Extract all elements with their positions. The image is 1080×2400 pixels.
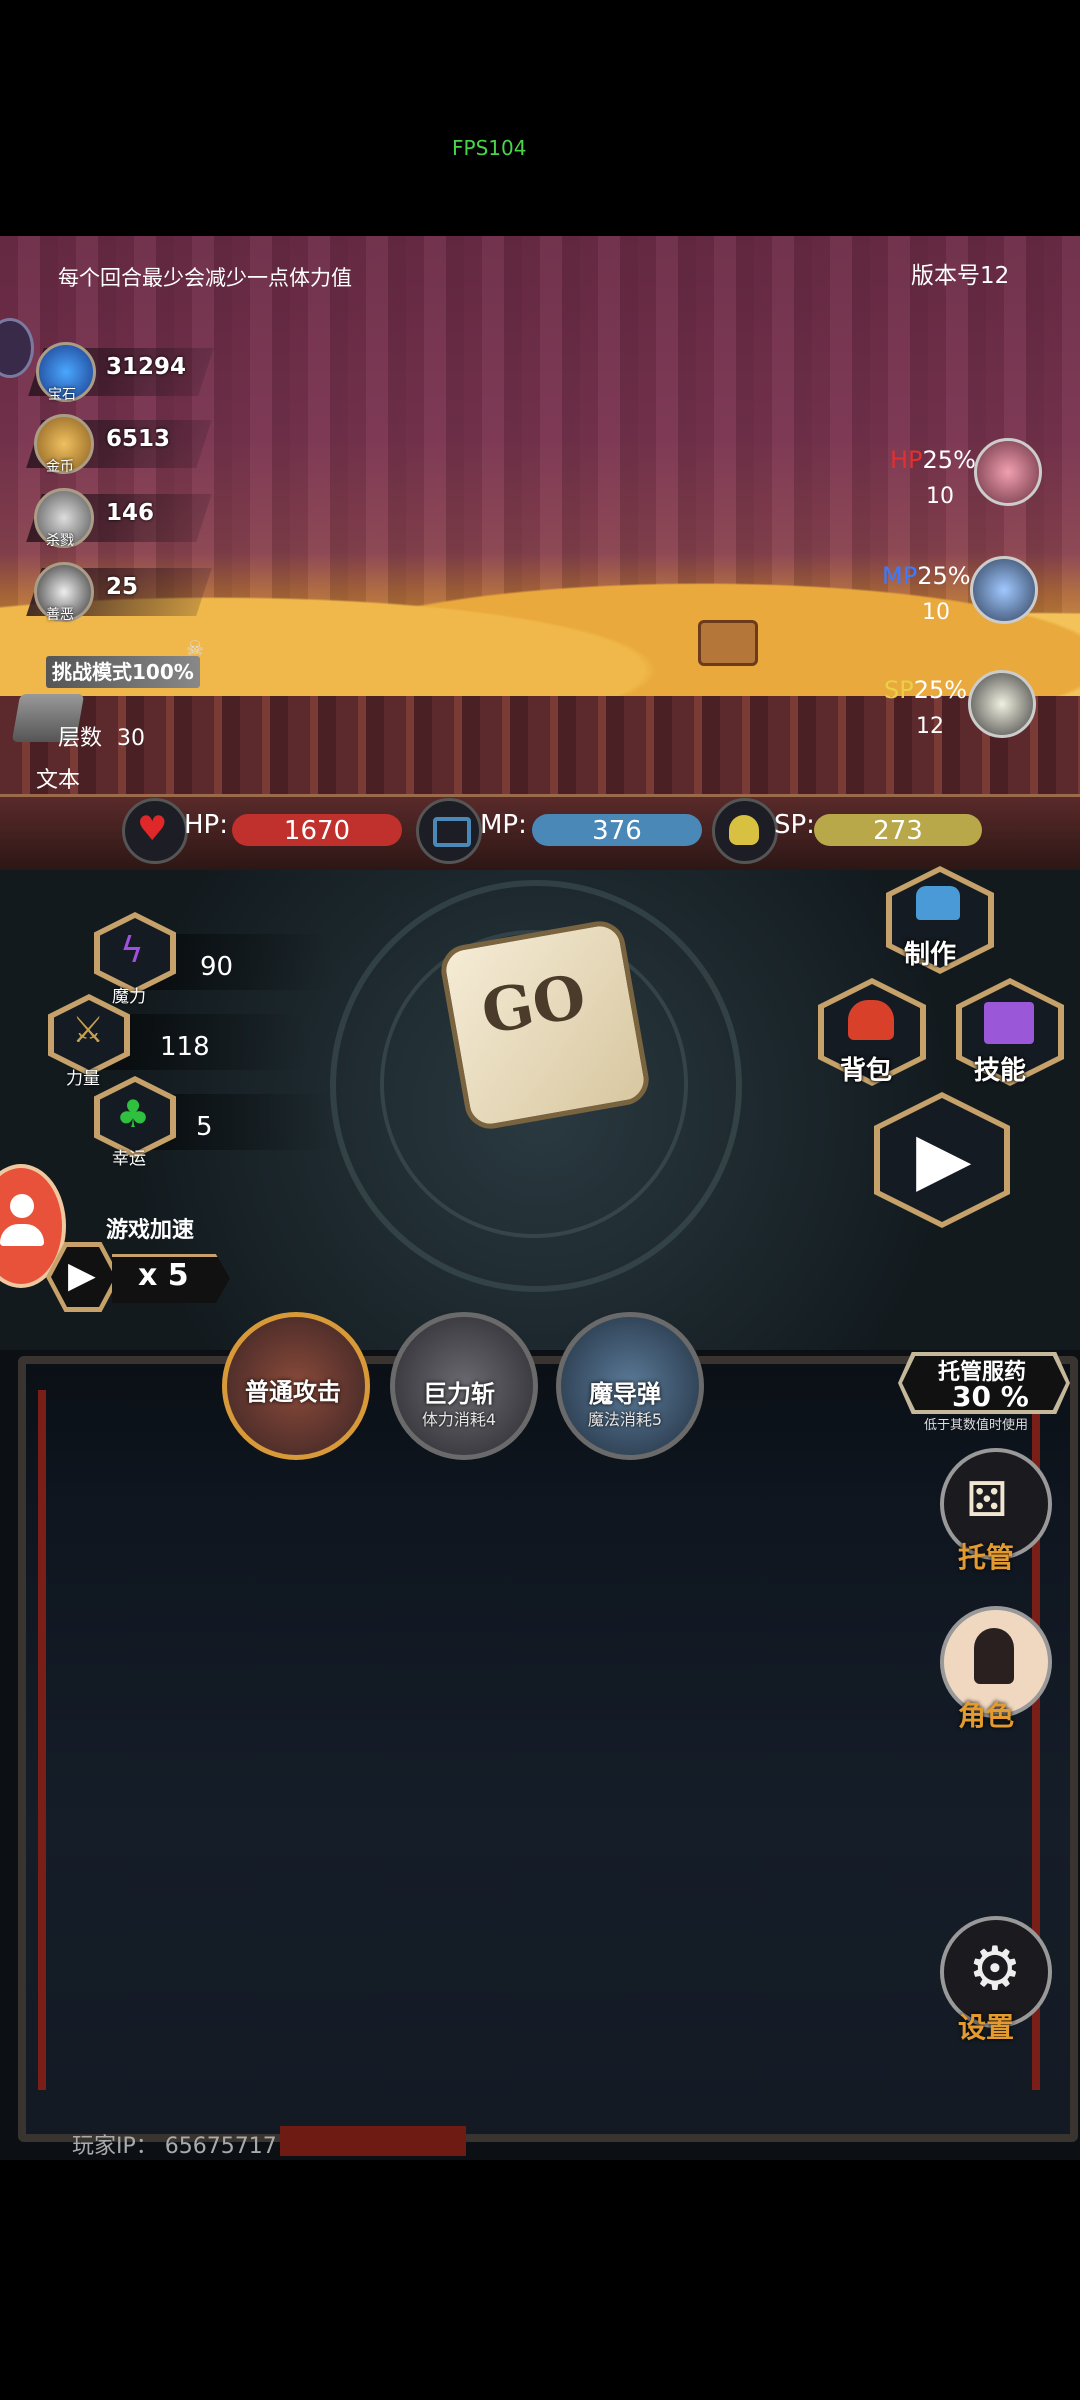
magic-label: 魔力	[112, 987, 146, 1007]
dice-icon: ⚄	[966, 1472, 1008, 1528]
resource-row-gem: 宝石 31294	[28, 342, 216, 403]
mp-icon	[416, 798, 482, 864]
lightning-icon: ϟ	[120, 930, 144, 971]
resource-label: 善恶	[46, 607, 74, 623]
muscle-icon	[712, 798, 778, 864]
hp-potion-name: HP	[890, 446, 923, 474]
player-ip: 玩家IP： 65675717	[72, 2134, 277, 2159]
mp-potion-icon[interactable]	[970, 556, 1038, 624]
strength-label: 力量	[66, 1069, 100, 1089]
hp-potion-count: 10	[926, 484, 954, 509]
skill-name: 普通攻击	[245, 1378, 341, 1406]
progress-strip	[280, 2126, 466, 2156]
hp-potion-stat: HP25%	[890, 446, 976, 474]
play-icon: ▶	[68, 1255, 96, 1296]
luck-label: 幸运	[112, 1149, 146, 1169]
skill-cost: 魔法消耗5	[587, 1410, 663, 1429]
challenge-label: 挑战模式100%	[46, 656, 200, 688]
resource-label: 金币	[46, 459, 74, 475]
hp-value: 1670	[232, 814, 402, 846]
sp-potion-pct: 25%	[913, 676, 968, 704]
mp-potion-pct: 25%	[917, 562, 971, 590]
book-icon	[984, 1002, 1034, 1044]
auto-potion-pct: 30 %	[952, 1380, 1029, 1413]
hp-potion-pct: 25%	[922, 446, 976, 474]
resource-row-gold: 金币 6513	[26, 414, 214, 475]
panel-left-accent	[38, 1390, 46, 2090]
speed-title: 游戏加速	[106, 1218, 195, 1243]
bag-icon	[848, 1000, 894, 1040]
clover-icon: ♣	[116, 1092, 151, 1136]
magic-value: 90	[200, 952, 234, 982]
speed-button[interactable]: ▶ x 5	[46, 1242, 234, 1312]
floor-value: 30	[117, 726, 146, 751]
sp-potion-stat: SP25%	[884, 676, 967, 704]
auto-potion-note: 低于其数值时使用	[924, 1418, 1029, 1433]
hp-label: HP:	[184, 810, 228, 840]
settings-label: 设置	[958, 2011, 1015, 2044]
text-label: 文本	[36, 768, 81, 793]
helmet-icon	[916, 886, 960, 920]
mp-label: MP:	[480, 810, 527, 840]
luck-value: 5	[196, 1112, 213, 1142]
speed-value: x 5	[138, 1258, 189, 1293]
craft-label: 制作	[904, 940, 957, 970]
challenge-mode: 挑战模式100%	[46, 656, 200, 688]
sp-value: 273	[814, 814, 982, 846]
resource-row-karma: 善恶 25	[26, 562, 214, 623]
play-icon: ▶	[916, 1116, 972, 1200]
treasure-chest[interactable]	[698, 620, 758, 666]
auto-label: 托管	[958, 1541, 1015, 1574]
sp-label: SP:	[774, 810, 815, 840]
heart-icon: ♥	[122, 798, 188, 864]
small-skull-icon: ☠	[186, 636, 204, 660]
resource-label: 宝石	[48, 387, 76, 403]
sp-potion-icon[interactable]	[968, 670, 1036, 738]
resource-row-kills: 杀戮 146	[26, 488, 214, 549]
sp-potion-count: 12	[916, 714, 944, 739]
bag-label: 背包	[840, 1056, 893, 1086]
sp-potion-name: SP	[884, 676, 914, 704]
skill-name: 巨力斩	[423, 1380, 495, 1408]
strength-value: 118	[160, 1032, 210, 1062]
version-label: 版本号12	[911, 263, 1010, 289]
spear-icon: ⚔	[72, 1010, 105, 1051]
mp-potion-name: MP	[882, 562, 918, 590]
skills-label: 技能	[974, 1056, 1027, 1086]
mp-potion-count: 10	[922, 600, 950, 625]
mp-potion-stat: MP25%	[882, 562, 971, 590]
resource-value: 146	[106, 500, 155, 526]
tip-text: 每个回合最少会减少一点体力值	[58, 266, 352, 290]
gear-icon: ⚙	[968, 1934, 1022, 2004]
mp-value: 376	[532, 814, 702, 846]
fps-counter: FPS104	[452, 136, 527, 160]
resource-value: 25	[106, 574, 139, 600]
skill-name: 魔导弹	[589, 1380, 661, 1408]
resource-value: 6513	[106, 426, 171, 452]
floor-display: 层数 30	[58, 720, 145, 752]
skill-cost: 体力消耗4	[421, 1410, 497, 1429]
role-label: 角色	[958, 1699, 1015, 1732]
resource-value: 31294	[106, 354, 187, 380]
hp-potion-icon[interactable]	[974, 438, 1042, 506]
battle-log-frame[interactable]	[18, 1356, 1078, 2142]
floor-label: 层数	[58, 726, 103, 751]
resource-label: 杀戮	[46, 533, 74, 549]
hooded-figure-icon	[974, 1628, 1014, 1684]
